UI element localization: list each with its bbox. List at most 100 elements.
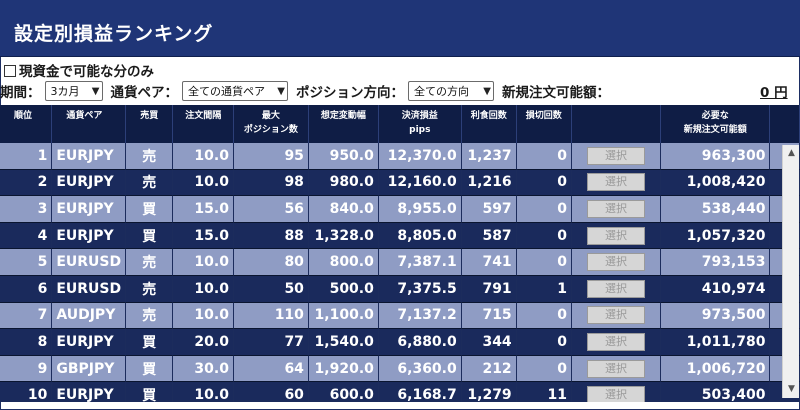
loss-count-cell: 0: [516, 143, 572, 170]
checkbox-icon[interactable]: [4, 64, 16, 77]
side-cell: 買: [126, 196, 174, 223]
rank-cell: 8: [0, 329, 53, 356]
cash-only-option[interactable]: 現資金で可能な分のみ: [4, 61, 154, 80]
rank-cell: 3: [0, 196, 53, 223]
select-cell: 選択: [571, 196, 662, 223]
title-bar: 設定別損益ランキング: [0, 0, 800, 57]
pair-cell: EURJPY: [52, 222, 127, 250]
profit-count-cell: 741: [461, 249, 517, 276]
select-cell: 選択: [571, 355, 662, 383]
required-amount-cell: 503,400: [661, 382, 771, 402]
loss-count-cell: 0: [516, 222, 572, 250]
scroll-down-icon[interactable]: ▼: [783, 381, 800, 398]
select-cell: 選択: [571, 222, 662, 250]
available-value[interactable]: 0 円: [760, 81, 788, 101]
pair-value: 全ての通貨ペア: [188, 85, 265, 98]
required-amount-cell: 793,153: [661, 249, 771, 276]
max-positions-cell: 95: [233, 143, 309, 170]
pair-cell: AUDJPY: [52, 302, 127, 330]
direction-value: 全ての方向: [414, 85, 469, 98]
max-positions-cell: 98: [233, 169, 309, 197]
side-cell: 買: [126, 355, 174, 383]
select-cell: 選択: [571, 249, 662, 276]
page-title: 設定別損益ランキング: [14, 23, 214, 45]
period-label: 期間：: [0, 85, 41, 101]
col-rank: 順位: [0, 105, 53, 143]
side-cell: 買: [126, 329, 174, 356]
pair-cell: EURJPY: [52, 329, 127, 356]
loss-count-cell: 11: [516, 382, 572, 402]
scrollbar[interactable]: ▲ ▼: [782, 145, 799, 398]
side-cell: 売: [126, 249, 174, 276]
interval-cell: 15.0: [173, 196, 234, 223]
col-spacer: [770, 105, 800, 143]
range-cell: 950.0: [308, 143, 379, 170]
required-amount-cell: 538,440: [661, 196, 771, 223]
pips-cell: 6,360.0: [378, 355, 462, 383]
table-row: 5 EURUSD 売 10.0 80 800.0 7,387.1 741 0 選択 793,153: [0, 249, 800, 276]
rank-cell: 9: [0, 355, 53, 383]
side-cell: 売: [126, 302, 174, 330]
pair-cell: EURJPY: [52, 169, 127, 197]
select-button[interactable]: 選択: [587, 226, 646, 245]
select-cell: 選択: [571, 382, 662, 402]
col-pips: 決済損益 pips: [378, 105, 462, 143]
pips-cell: 12,370.0: [378, 143, 462, 170]
pair-cell: EURUSD: [52, 275, 127, 303]
max-positions-cell: 80: [233, 249, 309, 276]
col-interval: 注文間隔: [173, 105, 234, 143]
side-cell: 売: [126, 169, 174, 197]
pips-cell: 6,880.0: [378, 329, 462, 356]
rank-cell: 5: [0, 249, 53, 276]
select-button[interactable]: 選択: [587, 386, 646, 402]
table-row: 8 EURJPY 買 20.0 77 1,540.0 6,880.0 344 0 選択 1,011,…: [0, 329, 800, 356]
range-cell: 1,100.0: [308, 302, 379, 330]
pips-cell: 7,387.1: [378, 249, 462, 276]
loss-count-cell: 1: [516, 275, 572, 303]
profit-count-cell: 715: [461, 302, 517, 330]
pair-select[interactable]: 全ての通貨ペア ▼: [182, 81, 288, 101]
interval-cell: 20.0: [173, 329, 234, 356]
direction-label: ポジション方向：: [296, 85, 404, 101]
select-button[interactable]: 選択: [587, 279, 646, 298]
pips-cell: 7,375.5: [378, 275, 462, 303]
table-header: 順位 通貨ペア 売買 注文間隔 最大 ポジション数 想定変動幅 決済損益 pips …: [0, 105, 800, 143]
select-button[interactable]: 選択: [587, 146, 646, 165]
side-cell: 買: [126, 222, 174, 250]
interval-cell: 10.0: [173, 143, 234, 170]
direction-select[interactable]: 全ての方向 ▼: [408, 81, 494, 101]
table-row: 1 EURJPY 売 10.0 95 950.0 12,370.0 1,237 0 選択 963,3…: [0, 143, 800, 170]
pair-cell: GBPJPY: [52, 355, 127, 383]
period-value: 3カ月: [50, 85, 80, 98]
range-cell: 1,540.0: [308, 329, 379, 356]
select-button[interactable]: 選択: [587, 306, 646, 325]
select-button[interactable]: 選択: [587, 253, 646, 272]
required-amount-cell: 1,006,720: [661, 355, 771, 383]
interval-cell: 10.0: [173, 275, 234, 303]
scroll-thumb[interactable]: [786, 165, 797, 375]
range-cell: 500.0: [308, 275, 379, 303]
period-select[interactable]: 3カ月 ▼: [44, 81, 103, 101]
pair-cell: EURUSD: [52, 249, 127, 276]
pips-cell: 12,160.0: [378, 169, 462, 197]
side-cell: 買: [126, 382, 174, 402]
interval-cell: 10.0: [173, 249, 234, 276]
filter-bar: 期間： 3カ月 ▼ 通貨ペア： 全ての通貨ペア ▼ ポジション方向： 全ての方向…: [0, 80, 800, 102]
interval-cell: 10.0: [173, 382, 234, 402]
loss-count-cell: 0: [516, 302, 572, 330]
rank-cell: 10: [0, 382, 53, 402]
rank-cell: 7: [0, 302, 53, 330]
range-cell: 1,328.0: [308, 222, 379, 250]
pair-label: 通貨ペア：: [110, 85, 179, 101]
side-cell: 売: [126, 275, 174, 303]
table-row: 6 EURUSD 売 10.0 50 500.0 7,375.5 791 1 選択 410,974: [0, 275, 800, 303]
select-button[interactable]: 選択: [587, 359, 646, 378]
select-button[interactable]: 選択: [587, 173, 646, 192]
select-button[interactable]: 選択: [587, 199, 646, 218]
select-button[interactable]: 選択: [587, 332, 646, 351]
range-cell: 840.0: [308, 196, 379, 223]
scroll-up-icon[interactable]: ▲: [783, 145, 800, 162]
profit-count-cell: 791: [461, 275, 517, 303]
pair-cell: EURJPY: [52, 143, 127, 170]
col-required: 必要な 新規注文可能額: [661, 105, 771, 143]
